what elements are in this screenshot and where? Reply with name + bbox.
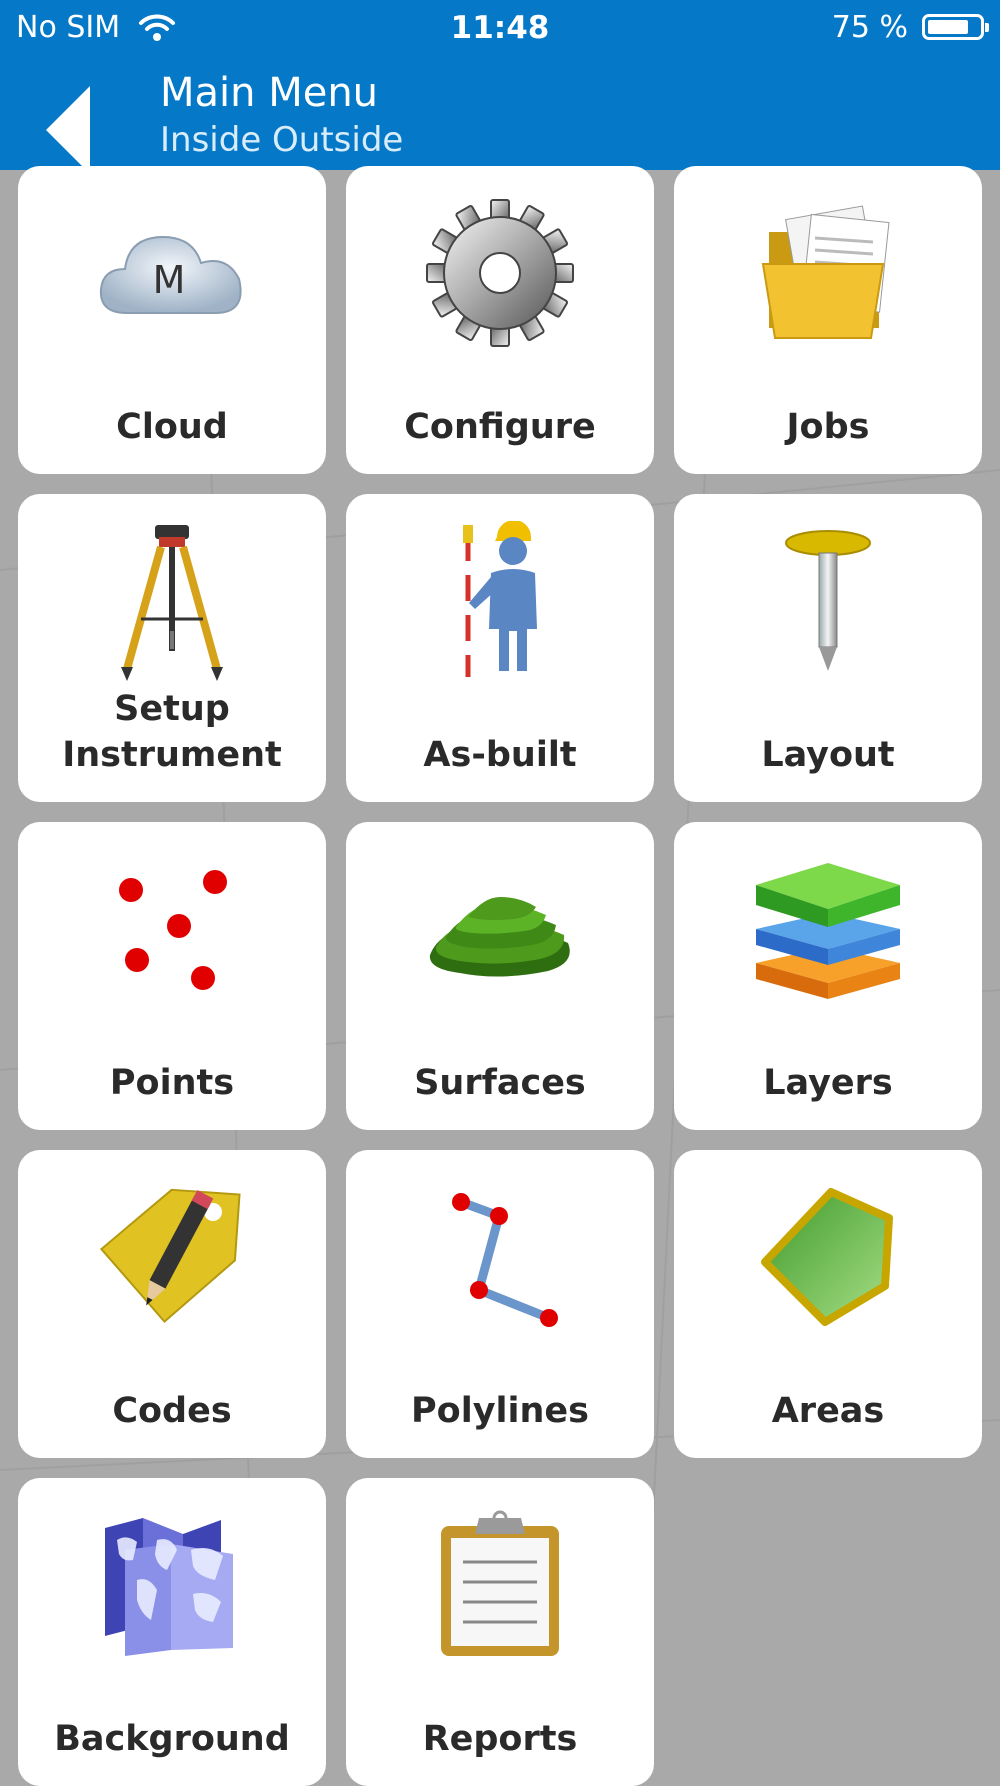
menu-item-label: Surfaces xyxy=(414,1063,586,1103)
cloud-icon: M xyxy=(99,235,242,314)
page-title: Main Menu xyxy=(160,70,379,116)
menu-item-label: Layers xyxy=(763,1063,893,1103)
menu-item-background[interactable]: Background xyxy=(18,1478,326,1786)
menu-item-cloud[interactable]: M Cloud xyxy=(18,166,326,474)
tripod-icon xyxy=(121,525,223,681)
map-icon xyxy=(105,1518,233,1656)
pin-icon xyxy=(785,530,871,671)
menu-item-reports[interactable]: Reports xyxy=(346,1478,654,1786)
menu-item-setup-instrument[interactable]: Setup Instrument xyxy=(18,494,326,802)
menu-item-jobs[interactable]: Jobs xyxy=(674,166,982,474)
menu-item-label: Polylines xyxy=(411,1391,589,1431)
menu-item-label: Cloud xyxy=(116,407,228,447)
svg-text:M: M xyxy=(153,258,186,302)
menu-item-polylines[interactable]: Polylines xyxy=(346,1150,654,1458)
menu-item-label: Layout xyxy=(761,735,895,775)
pentagon-icon xyxy=(761,1188,893,1326)
clipboard-icon xyxy=(441,1510,559,1656)
tag-pencil-icon xyxy=(99,1188,241,1324)
surface-icon xyxy=(429,897,570,977)
folder-icon xyxy=(761,205,890,339)
gear-icon xyxy=(426,199,574,347)
page-subtitle: Inside Outside xyxy=(160,120,404,160)
menu-item-configure[interactable]: Configure xyxy=(346,166,654,474)
menu-item-label: Areas xyxy=(771,1391,885,1431)
nav-bar: Main Menu Inside Outside xyxy=(0,56,1000,174)
menu-item-label: Codes xyxy=(112,1391,232,1431)
back-arrow-icon[interactable] xyxy=(44,86,94,174)
menu-item-points[interactable]: Points xyxy=(18,822,326,1130)
battery-icon xyxy=(922,14,989,40)
menu-item-as-built[interactable]: As-built xyxy=(346,494,654,802)
menu-item-label: Jobs xyxy=(786,407,870,447)
polyline-icon xyxy=(452,1193,558,1327)
menu-item-codes[interactable]: Codes xyxy=(18,1150,326,1458)
menu-item-layers[interactable]: Layers xyxy=(674,822,982,1130)
menu-item-surfaces[interactable]: Surfaces xyxy=(346,822,654,1130)
menu-item-label: Reports xyxy=(422,1719,578,1759)
menu-item-label: As-built xyxy=(423,735,577,775)
layers-icon xyxy=(756,863,900,999)
menu-item-label: Background xyxy=(54,1719,290,1759)
points-icon xyxy=(119,870,227,990)
menu-item-label: Configure xyxy=(404,407,596,447)
menu-item-areas[interactable]: Areas xyxy=(674,1150,982,1458)
menu-item-layout[interactable]: Layout xyxy=(674,494,982,802)
surveyor-icon xyxy=(463,521,537,677)
battery-percent: 75 % xyxy=(831,10,908,45)
menu-item-label: Points xyxy=(109,1063,235,1103)
menu-item-label: Setup Instrument xyxy=(62,689,282,775)
status-bar: No SIM 11:48 75 % xyxy=(0,0,1000,56)
